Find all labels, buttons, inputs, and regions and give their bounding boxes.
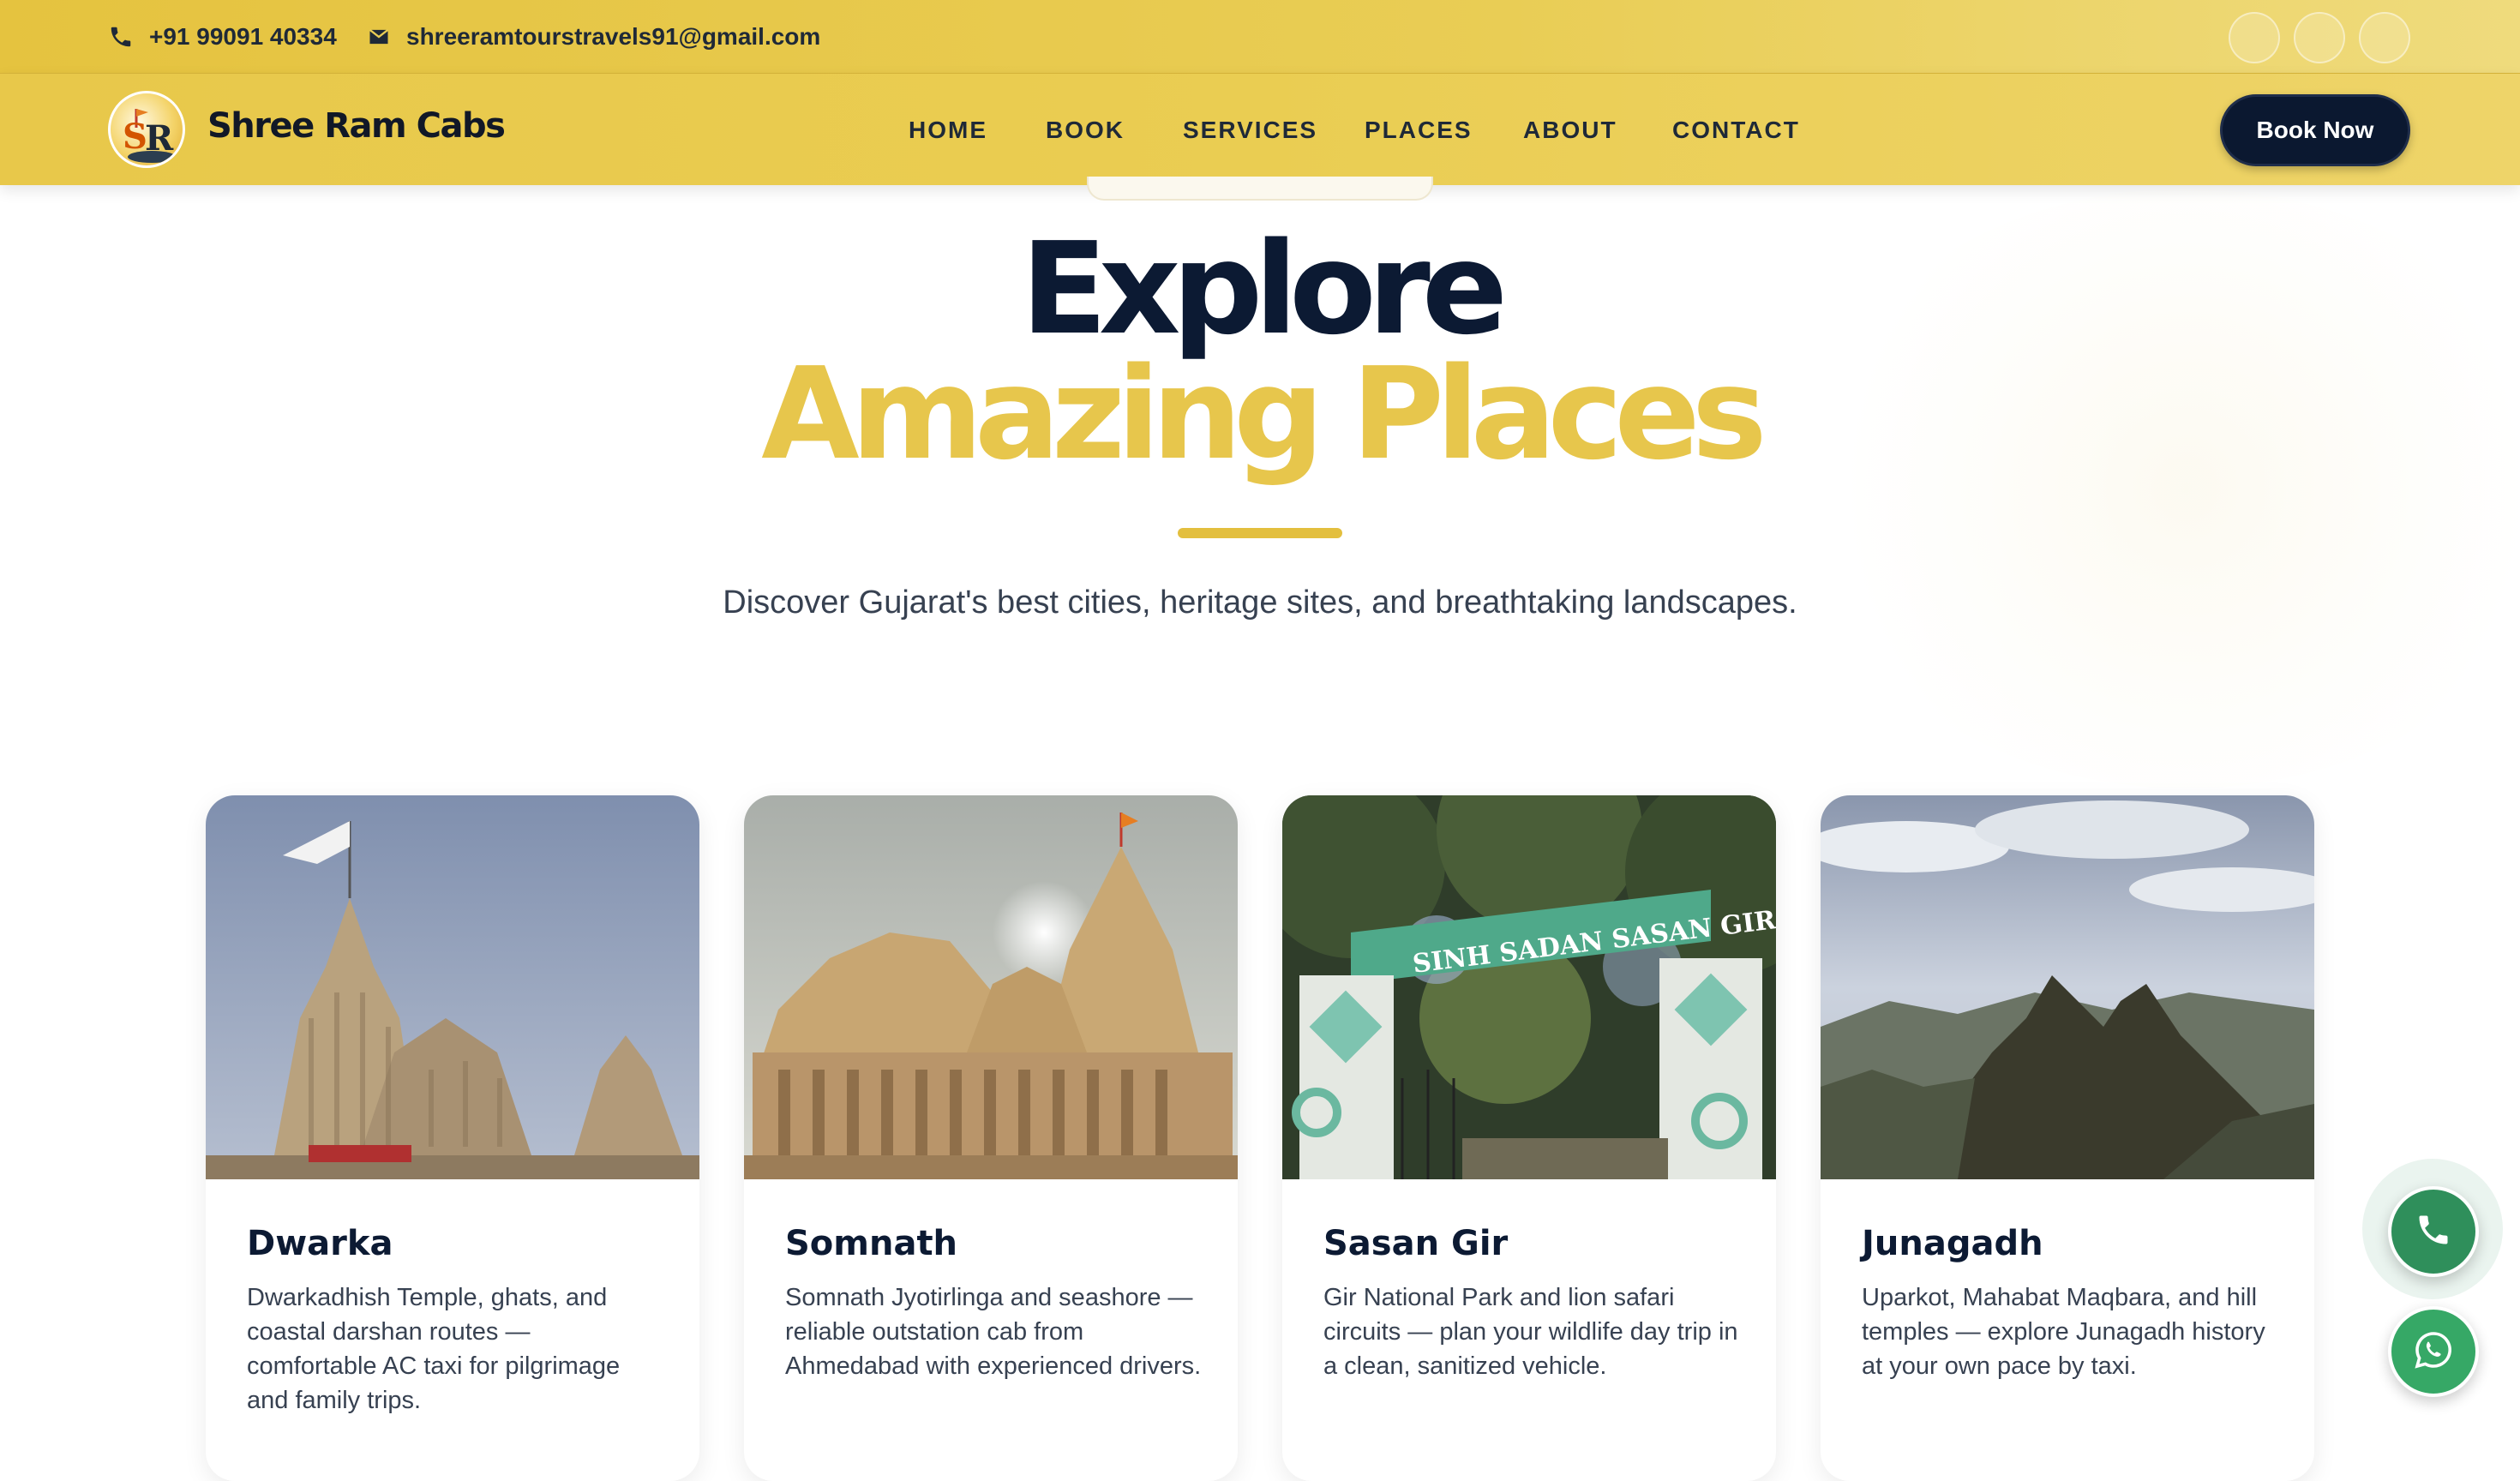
dwarka-temple-image (206, 795, 699, 1179)
social-icon[interactable] (2294, 12, 2345, 63)
nav-about[interactable]: ABOUT (1523, 117, 1617, 144)
place-card-somnath[interactable]: Somnath Somnath Jyotirlinga and seashore… (744, 795, 1238, 1481)
somnath-temple-image (744, 795, 1238, 1179)
hero-title-line2: Amazing Places (761, 340, 1767, 488)
top-contact-bar: +91 99091 40334 shreeramtourstravels91@g… (0, 0, 2520, 74)
whatsapp-button[interactable] (2388, 1306, 2479, 1397)
email-address: shreeramtourstravels91@gmail.com (406, 23, 821, 50)
nav-home[interactable]: HOME (909, 117, 987, 144)
brand-logo[interactable]: S R (108, 91, 185, 168)
mail-icon (367, 25, 391, 49)
sasan-gir-gate-image: SINH SADAN SASAN GIR (1282, 795, 1776, 1179)
place-card-dwarka[interactable]: Dwarka Dwarkadhish Temple, ghats, and co… (206, 795, 699, 1481)
nav-book[interactable]: BOOK (1046, 117, 1125, 144)
call-button[interactable] (2388, 1186, 2479, 1277)
phone-icon (108, 24, 134, 50)
place-description: Dwarkadhish Temple, ghats, and coastal d… (247, 1284, 621, 1414)
hero-title-line1: Explore (1020, 215, 1508, 363)
main-navbar: S R Shree Ram Cabs HOME BOOK SERVICES PL… (0, 74, 2520, 185)
place-description: Uparkot, Mahabat Maqbara, and hill templ… (1862, 1284, 2265, 1380)
place-card-junagadh[interactable]: Junagadh Uparkot, Mahabat Maqbara, and h… (1821, 795, 2314, 1481)
place-name: Dwarka (247, 1224, 393, 1263)
junagadh-hills-image (1821, 795, 2314, 1179)
place-name: Sasan Gir (1323, 1224, 1509, 1263)
nav-contact[interactable]: CONTACT (1672, 117, 1800, 144)
place-name: Somnath (785, 1224, 958, 1263)
phone-number: +91 99091 40334 (149, 23, 337, 50)
book-now-button[interactable]: Book Now (2220, 94, 2410, 166)
hero-subtitle: Discover Gujarat's best cities, heritage… (723, 585, 1797, 621)
svg-text:S: S (123, 117, 147, 157)
section-badge (1087, 177, 1433, 201)
topbar-phone[interactable]: +91 99091 40334 (108, 0, 337, 74)
topbar-email[interactable]: shreeramtourstravels91@gmail.com (367, 0, 820, 74)
social-icon[interactable] (2229, 12, 2280, 63)
whatsapp-icon (2413, 1329, 2454, 1374)
phone-icon (2415, 1211, 2452, 1252)
place-card-sasan-gir[interactable]: SINH SADAN SASAN GIR Sasan Gir Gir Natio… (1282, 795, 1776, 1481)
place-description: Somnath Jyotirlinga and seashore — relia… (785, 1284, 1202, 1380)
place-description: Gir National Park and lion safari circui… (1323, 1284, 1738, 1380)
nav-places[interactable]: PLACES (1365, 117, 1473, 144)
social-icon[interactable] (2359, 12, 2410, 63)
brand-name[interactable]: Shree Ram Cabs (207, 106, 506, 146)
title-underline (1178, 528, 1342, 538)
nav-services[interactable]: SERVICES (1183, 117, 1317, 144)
place-name: Junagadh (1862, 1224, 2043, 1263)
